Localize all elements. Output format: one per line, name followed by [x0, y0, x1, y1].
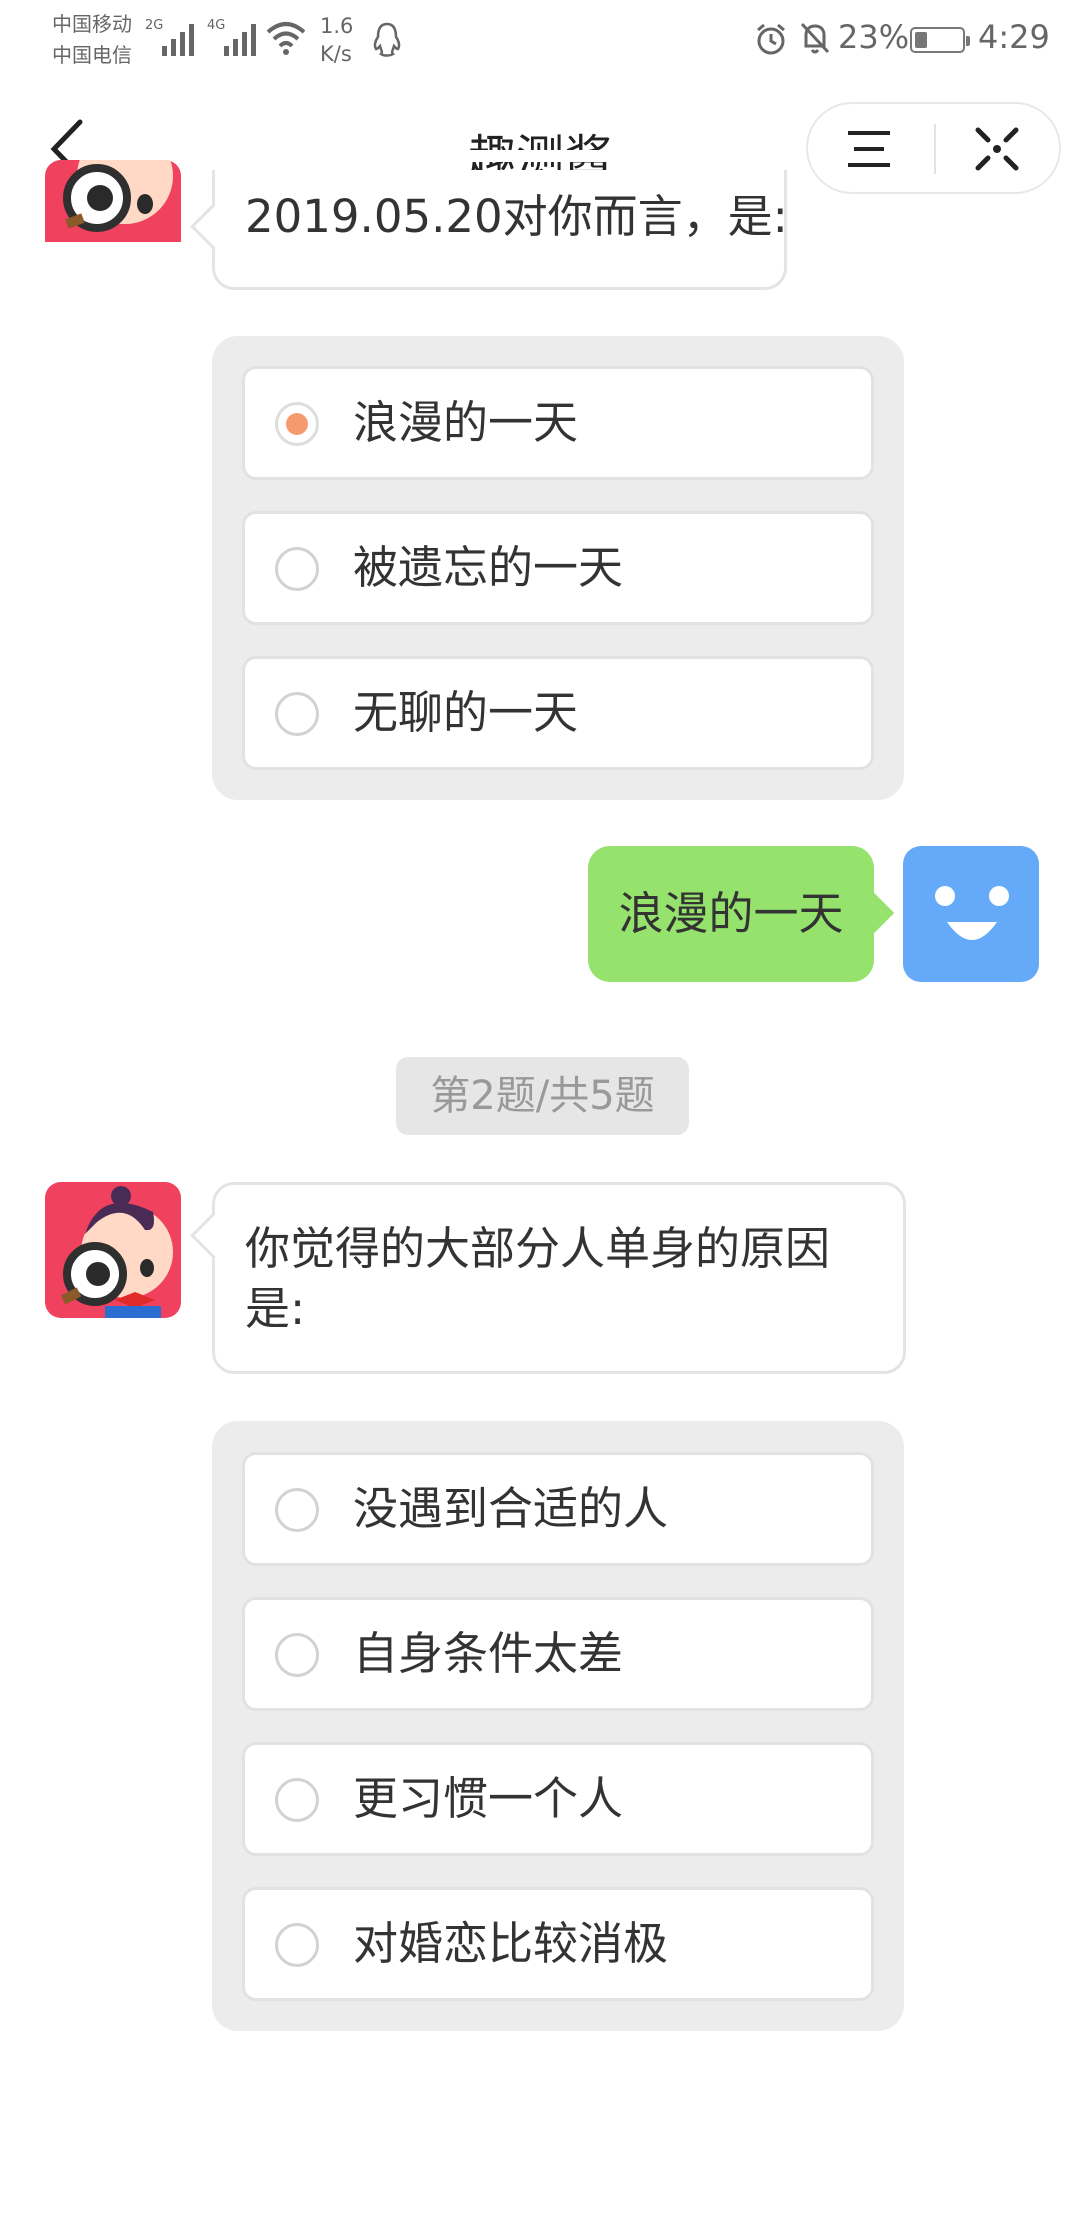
question-progress: 第2题/共5题 — [396, 1057, 689, 1135]
option-label: 更习惯一个人 — [353, 1772, 624, 1825]
mini-program-capsule — [806, 102, 1061, 194]
menu-icon[interactable] — [846, 128, 892, 170]
question-2-bubble: 你觉得的大部分人单身的原因 是: — [190, 1182, 906, 1374]
net-speed-unit: K/s — [320, 42, 352, 66]
radio[interactable] — [275, 1778, 319, 1822]
option-label: 被遗忘的一天 — [353, 541, 624, 594]
alarm-icon — [757, 23, 785, 55]
question-2-options: 没遇到合适的人 自身条件太差 更习惯一个人 对婚恋比较消极 — [212, 1421, 904, 2031]
question-1-options: 浪漫的一天 被遗忘的一天 无聊的一天 — [212, 336, 904, 800]
battery-percent: 23% — [838, 18, 910, 56]
q2-option-3[interactable]: 更习惯一个人 — [242, 1742, 874, 1856]
option-label: 对婚恋比较消极 — [353, 1917, 669, 1970]
signal-icon — [162, 24, 194, 56]
status-bar: 中国移动 中国电信 2G 4G 1.6 K/s 23% 4:29 — [0, 0, 1080, 80]
carrier-1: 中国移动 — [52, 12, 132, 36]
close-miniprogram-icon[interactable] — [974, 126, 1020, 172]
q2-option-2[interactable]: 自身条件太差 — [242, 1597, 874, 1711]
option-label: 自身条件太差 — [353, 1627, 624, 1680]
q2-option-4[interactable]: 对婚恋比较消极 — [242, 1887, 874, 2001]
radio[interactable] — [275, 692, 319, 736]
option-label: 浪漫的一天 — [353, 396, 579, 449]
question-1-bubble: 2019.05.20对你而言，是: — [190, 170, 788, 290]
radio[interactable] — [275, 1923, 319, 1967]
q2-option-1[interactable]: 没遇到合适的人 — [242, 1452, 874, 1566]
q1-option-2[interactable]: 被遗忘的一天 — [242, 511, 874, 625]
q1-option-3[interactable]: 无聊的一天 — [242, 656, 874, 770]
radio[interactable] — [275, 1633, 319, 1677]
bot-avatar — [45, 160, 181, 296]
user-answer-text: 浪漫的一天 — [618, 887, 844, 940]
mute-bell-icon — [800, 22, 830, 54]
capsule-divider — [934, 124, 936, 174]
user-answer-bubble: 浪漫的一天 — [588, 846, 895, 982]
radio[interactable] — [275, 1488, 319, 1532]
carrier-2: 中国电信 — [52, 43, 132, 67]
question-2-text-line-2: 是: — [245, 1282, 306, 1335]
clock: 4:29 — [978, 18, 1050, 56]
q1-option-1[interactable]: 浪漫的一天 — [242, 366, 874, 480]
radio[interactable] — [275, 547, 319, 591]
wifi-icon — [266, 22, 306, 55]
radio-selected[interactable] — [275, 402, 319, 446]
net-speed-value: 1.6 — [320, 14, 354, 38]
option-label: 无聊的一天 — [353, 686, 579, 739]
smiley-face-icon — [935, 886, 1009, 940]
signal-icon-2 — [224, 24, 256, 56]
bot-avatar — [45, 1182, 181, 1318]
question-1-text: 2019.05.20对你而言，是: — [245, 190, 788, 243]
question-2-text-line-1: 你觉得的大部分人单身的原因 — [245, 1222, 831, 1275]
option-label: 没遇到合适的人 — [353, 1482, 669, 1535]
qq-icon — [373, 22, 401, 57]
user-avatar — [903, 846, 1039, 982]
battery-icon — [910, 27, 970, 53]
